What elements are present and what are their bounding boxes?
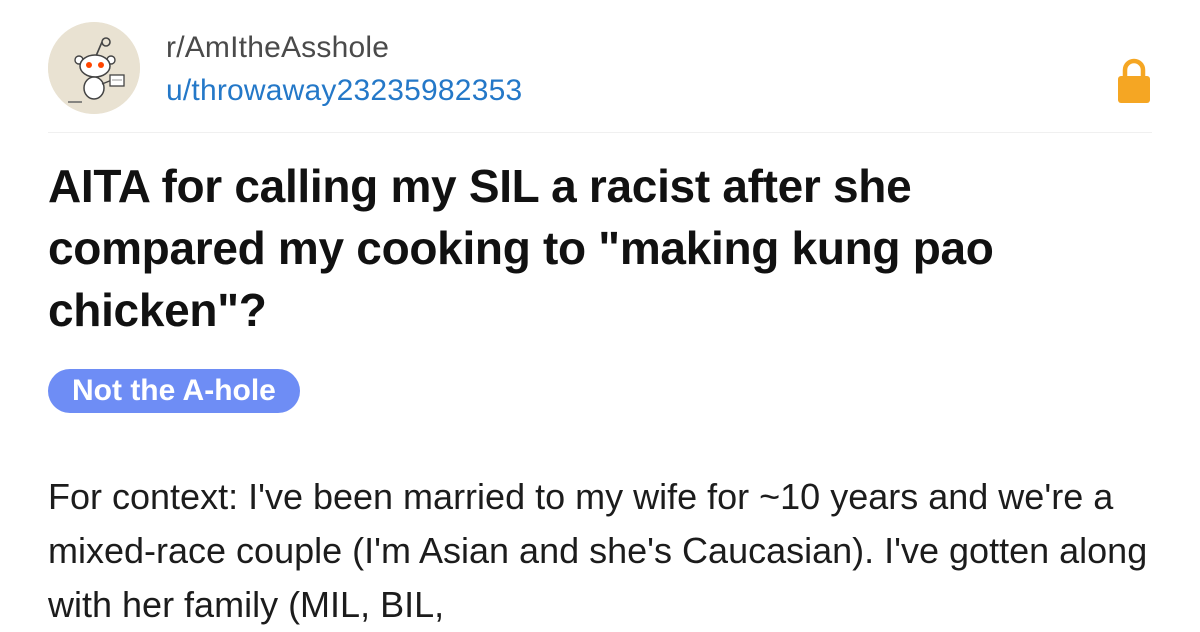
post-header: r/AmItheAsshole u/throwaway23235982353 <box>48 22 1152 130</box>
reddit-snoo-icon <box>48 22 140 114</box>
subreddit-name[interactable]: r/AmItheAsshole <box>166 30 522 66</box>
post-flair-badge[interactable]: Not the A-hole <box>48 369 300 413</box>
lock-icon <box>1118 58 1150 103</box>
subreddit-avatar[interactable] <box>48 22 140 114</box>
post-body-text: For context: I've been married to my wif… <box>48 476 1148 625</box>
post-title[interactable]: AITA for calling my SIL a racist after s… <box>48 155 1128 341</box>
author-username[interactable]: u/throwaway23235982353 <box>166 73 522 109</box>
post-meta: r/AmItheAsshole u/throwaway23235982353 <box>166 30 522 109</box>
header-divider <box>48 132 1152 133</box>
